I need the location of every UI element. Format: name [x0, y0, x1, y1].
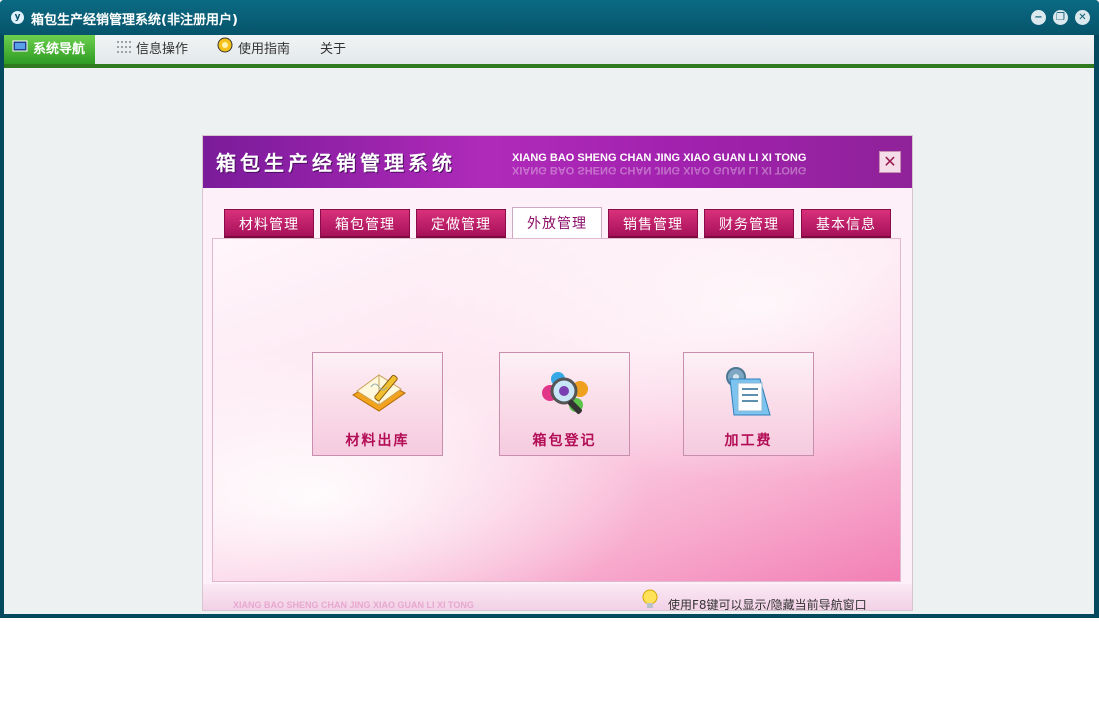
panel-header: 箱包生产经销管理系统 XIANG BAO SHENG CHAN JING XIA…: [203, 136, 912, 188]
tab-custom[interactable]: 定做管理: [416, 209, 506, 239]
tab-sales[interactable]: 销售管理: [608, 209, 698, 239]
tab-outsourcing[interactable]: 外放管理: [512, 207, 602, 239]
help-icon: [217, 35, 233, 64]
footer-subtitle: XIANG BAO SHENG CHAN JING XIAO GUAN LI X…: [233, 600, 474, 610]
function-label: 材料出库: [345, 433, 410, 449]
tab-basic-info[interactable]: 基本信息: [801, 209, 891, 239]
tab-materials[interactable]: 材料管理: [224, 209, 314, 239]
tab-finance[interactable]: 财务管理: [704, 209, 794, 239]
menu-item-about[interactable]: 关于: [312, 35, 356, 64]
menu-bar: 系统导航 信息操作 使用指南 关于: [4, 35, 1094, 68]
lightbulb-icon: [639, 588, 661, 610]
menu-item-label: 信息操作: [136, 42, 189, 57]
menu-item-label: 使用指南: [238, 42, 291, 57]
menu-item-label: 关于: [320, 42, 347, 57]
panel-close-button[interactable]: ✕: [879, 151, 901, 173]
footer-hint: 使用F8键可以显示/隐藏当前导航窗口: [668, 598, 867, 610]
window-title: 箱包生产经销管理系统(非注册用户): [31, 13, 238, 28]
monitor-icon: [12, 35, 28, 64]
function-label: 箱包登记: [532, 433, 597, 449]
panel-subtitle: XIANG BAO SHENG CHAN JING XIAO GUAN LI X…: [512, 152, 807, 164]
grid-icon: [117, 35, 131, 64]
app-window: y 箱包生产经销管理系统(非注册用户) − ❐ ✕ 系统导航 信息操作 使用指南…: [0, 0, 1099, 618]
bag-registration-button[interactable]: 箱包登记: [499, 352, 630, 456]
processing-fee-button[interactable]: 加工费: [683, 352, 814, 456]
navigation-panel: 箱包生产经销管理系统 XIANG BAO SHENG CHAN JING XIA…: [203, 136, 912, 610]
restore-button[interactable]: ❐: [1053, 10, 1068, 25]
tab-bags[interactable]: 箱包管理: [320, 209, 410, 239]
app-logo-icon: y: [11, 11, 24, 24]
minimize-button[interactable]: −: [1031, 10, 1046, 25]
menu-item-info-ops[interactable]: 信息操作: [109, 35, 198, 64]
menu-item-label: 系统导航: [33, 42, 86, 57]
close-window-button[interactable]: ✕: [1075, 10, 1090, 25]
menu-item-system-nav[interactable]: 系统导航: [4, 35, 96, 64]
panel-footer: XIANG BAO SHENG CHAN JING XIAO GUAN LI X…: [203, 584, 912, 610]
magnifier-icon: [536, 365, 596, 421]
notebook-pencil-icon: [349, 365, 409, 421]
title-bar[interactable]: y 箱包生产经销管理系统(非注册用户) − ❐ ✕: [0, 0, 1099, 35]
material-outbound-button[interactable]: 材料出库: [312, 352, 443, 456]
function-label: 加工费: [724, 433, 773, 449]
panel-title: 箱包生产经销管理系统: [216, 151, 456, 175]
menu-item-guide[interactable]: 使用指南: [209, 35, 300, 64]
clipboard-gear-icon: [720, 365, 780, 421]
panel-subtitle-reflection: XIANG BAO SHENG CHAN JING XIAO GUAN LI X…: [512, 164, 807, 176]
